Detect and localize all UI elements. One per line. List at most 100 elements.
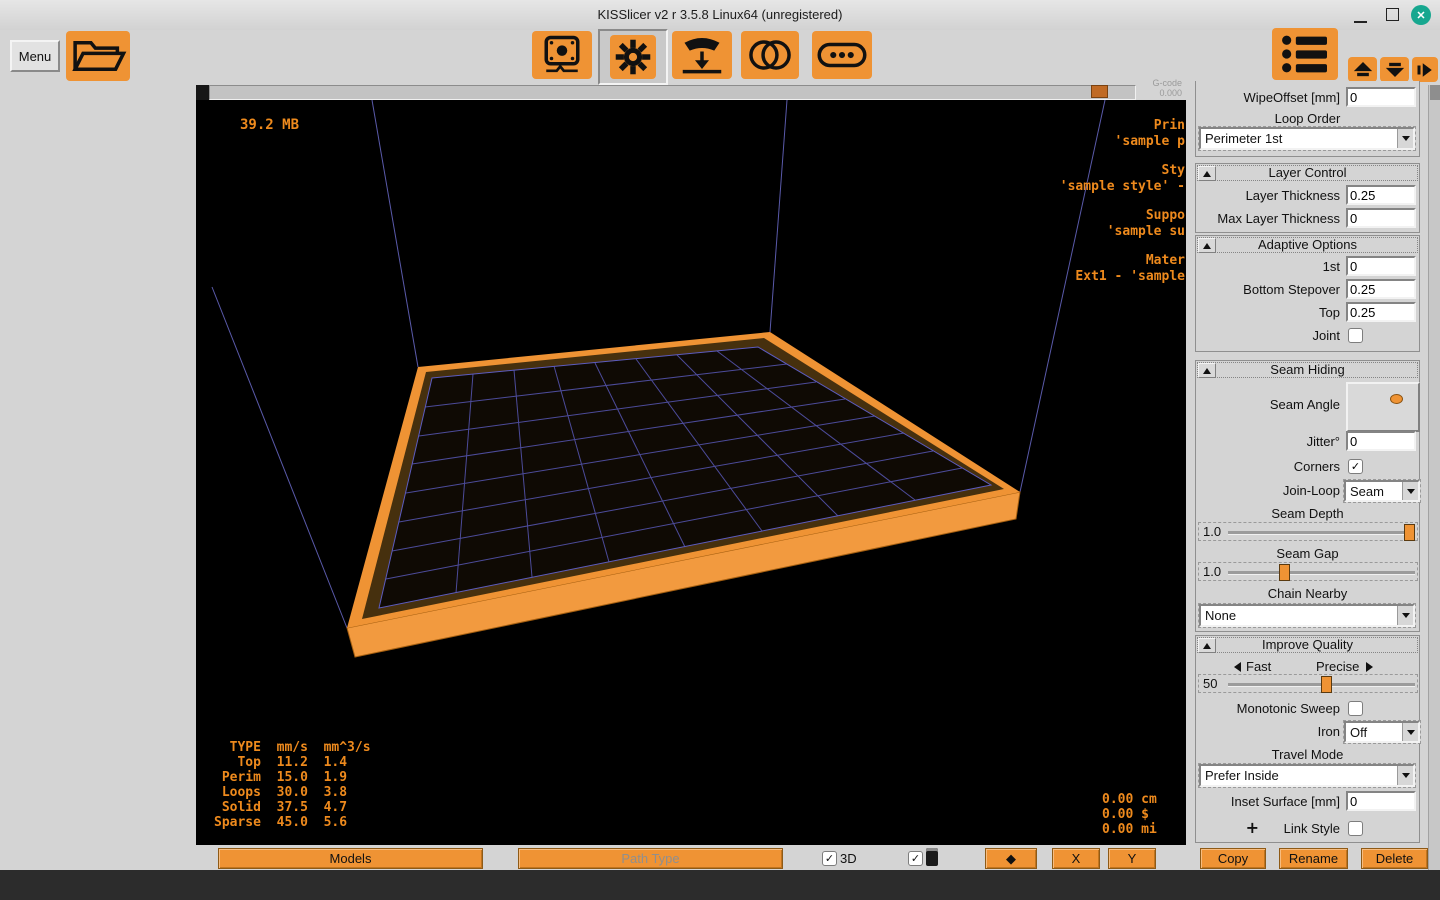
printer-settings-button[interactable] [532, 31, 592, 79]
maximize-button[interactable] [1386, 8, 1399, 21]
menu-button[interactable]: Menu [10, 40, 60, 72]
extrude-settings-button[interactable] [672, 31, 732, 79]
chain-nearby-select[interactable]: None [1199, 604, 1415, 627]
gcode-preview-slider[interactable] [196, 85, 1186, 100]
bottom-stepover-label: Bottom Stepover [1243, 282, 1340, 297]
top-stepover-label: Top [1319, 305, 1340, 320]
first-layer-input[interactable] [1346, 256, 1416, 276]
minimize-button[interactable] [1354, 8, 1367, 23]
print-bed-3d [196, 100, 1186, 845]
link-style-checkbox[interactable] [1348, 821, 1363, 836]
iron-select[interactable]: Off [1344, 721, 1420, 743]
collapse-button[interactable] [1198, 363, 1216, 378]
chevron-down-icon [1402, 723, 1418, 741]
settings-gear-button[interactable] [598, 29, 668, 85]
layer-thickness-input[interactable] [1346, 185, 1416, 205]
stats-row: Sparse 45.0 5.6 [214, 815, 371, 830]
arrow-right-icon [1416, 62, 1434, 78]
triangle-up-icon [1203, 243, 1211, 249]
quality-slider[interactable]: 50 [1198, 674, 1418, 693]
gear-icon [613, 37, 653, 77]
improve-quality-section: Improve Quality Fast Precise 50 Monotoni… [1195, 635, 1420, 843]
max-layer-thickness-input[interactable] [1346, 208, 1416, 228]
printer-name-clipped: 'sample p [1115, 134, 1185, 149]
loop-order-value: Perimeter 1st [1201, 131, 1397, 146]
step-forward-button[interactable] [1412, 57, 1438, 82]
support-name-clipped: 'sample su [1107, 224, 1185, 239]
precise-arrow-icon[interactable] [1366, 662, 1373, 672]
view-3d-checkbox[interactable]: ✓ [822, 851, 837, 866]
more-settings-button[interactable] [812, 31, 872, 79]
section-title: Improve Quality [1196, 636, 1419, 654]
open-file-button[interactable] [66, 31, 130, 81]
viewport-3d[interactable]: 39.2 MB Prin 'sample p Sty 'sample style… [196, 100, 1186, 845]
seam-angle-dial[interactable] [1346, 382, 1420, 432]
copy-button[interactable]: Copy [1200, 848, 1266, 869]
seam-depth-slider[interactable]: 1.0 [1198, 522, 1418, 541]
gcode-readout: G-code 0.000 [1128, 78, 1182, 100]
dial-marker-icon [1390, 394, 1403, 404]
collapse-button[interactable] [1198, 166, 1216, 181]
check-icon: ✓ [825, 852, 834, 865]
join-loop-select[interactable]: Seam [1344, 480, 1420, 502]
collapse-button[interactable] [1198, 238, 1216, 253]
bottom-bar: Models Path Type ✓ 3D ✓ ◆ X Y Copy Renam… [196, 845, 1428, 870]
bottom-stepover-input[interactable] [1346, 279, 1416, 299]
seam-depth-label: Seam Depth [1196, 506, 1419, 521]
loop-order-select[interactable]: Perimeter 1st [1199, 127, 1415, 150]
fast-arrow-icon[interactable] [1234, 662, 1241, 672]
center-model-button[interactable]: ◆ [985, 848, 1037, 869]
move-down-button[interactable] [1380, 57, 1409, 82]
seam-gap-label: Seam Gap [1196, 546, 1419, 561]
max-layer-thickness-label: Max Layer Thickness [1217, 211, 1340, 226]
close-icon: ✕ [1416, 9, 1425, 22]
layer-control-section: Layer Control Layer Thickness Max Layer … [1195, 163, 1420, 233]
gcode-slider-handle[interactable] [1091, 85, 1108, 98]
slider-handle[interactable] [1321, 676, 1332, 693]
style-settings-panel: WipeOffset [mm] Loop Order Perimeter 1st… [1186, 85, 1428, 845]
seam-gap-slider[interactable]: 1.0 [1198, 562, 1418, 581]
monotonic-sweep-label: Monotonic Sweep [1237, 701, 1340, 716]
slider-groove [1228, 531, 1415, 535]
section-title: Adaptive Options [1196, 236, 1419, 254]
travel-mode-select[interactable]: Prefer Inside [1199, 764, 1415, 787]
triangle-up-icon [1203, 368, 1211, 374]
title-bar[interactable]: KISSlicer v2 r 3.5.8 Linux64 (unregister… [0, 0, 1440, 31]
move-up-button[interactable] [1348, 57, 1377, 82]
stats-row: Top 11.2 1.4 [214, 755, 371, 770]
layer-thickness-label: Layer Thickness [1246, 188, 1340, 203]
plus-icon: + [1246, 818, 1259, 837]
joint-checkbox[interactable] [1348, 328, 1363, 343]
corners-label: Corners [1294, 459, 1340, 474]
wipe-offset-input[interactable] [1346, 87, 1416, 107]
models-tab-button[interactable]: Models [218, 848, 483, 869]
slider-handle[interactable] [1404, 524, 1415, 541]
loop-order-label: Loop Order [1196, 111, 1419, 126]
gcode-slider-track[interactable] [209, 85, 1136, 100]
join-loop-label: Join-Loop [1283, 483, 1340, 498]
inset-surface-input[interactable] [1346, 791, 1416, 811]
delete-button[interactable]: Delete [1361, 848, 1428, 869]
close-button[interactable]: ✕ [1411, 5, 1431, 25]
queue-list-button[interactable] [1272, 28, 1338, 80]
mirror-y-button[interactable]: Y [1108, 848, 1156, 869]
panel-scrollbar[interactable] [1428, 85, 1440, 870]
loops-settings-button[interactable] [741, 31, 799, 79]
gcode-label: G-code [1128, 78, 1182, 88]
corners-checkbox[interactable]: ✓ [1348, 459, 1363, 474]
monotonic-sweep-checkbox[interactable] [1348, 701, 1363, 716]
path-type-tab-button[interactable]: Path Type [518, 848, 783, 869]
slider-handle[interactable] [1279, 564, 1290, 581]
mirror-x-button[interactable]: X [1052, 848, 1100, 869]
jitter-input[interactable] [1346, 431, 1416, 451]
show-models-checkbox[interactable]: ✓ [908, 851, 923, 866]
rename-button[interactable]: Rename [1279, 848, 1348, 869]
check-icon: ✓ [911, 852, 920, 865]
list-icon [1277, 32, 1333, 76]
travel-mode-value: Prefer Inside [1201, 768, 1397, 783]
arrow-down-icon [1385, 61, 1405, 78]
top-stepover-input[interactable] [1346, 302, 1416, 322]
scrollbar-handle[interactable] [1430, 85, 1440, 100]
collapse-button[interactable] [1198, 638, 1216, 653]
join-loop-value: Seam [1346, 484, 1402, 499]
